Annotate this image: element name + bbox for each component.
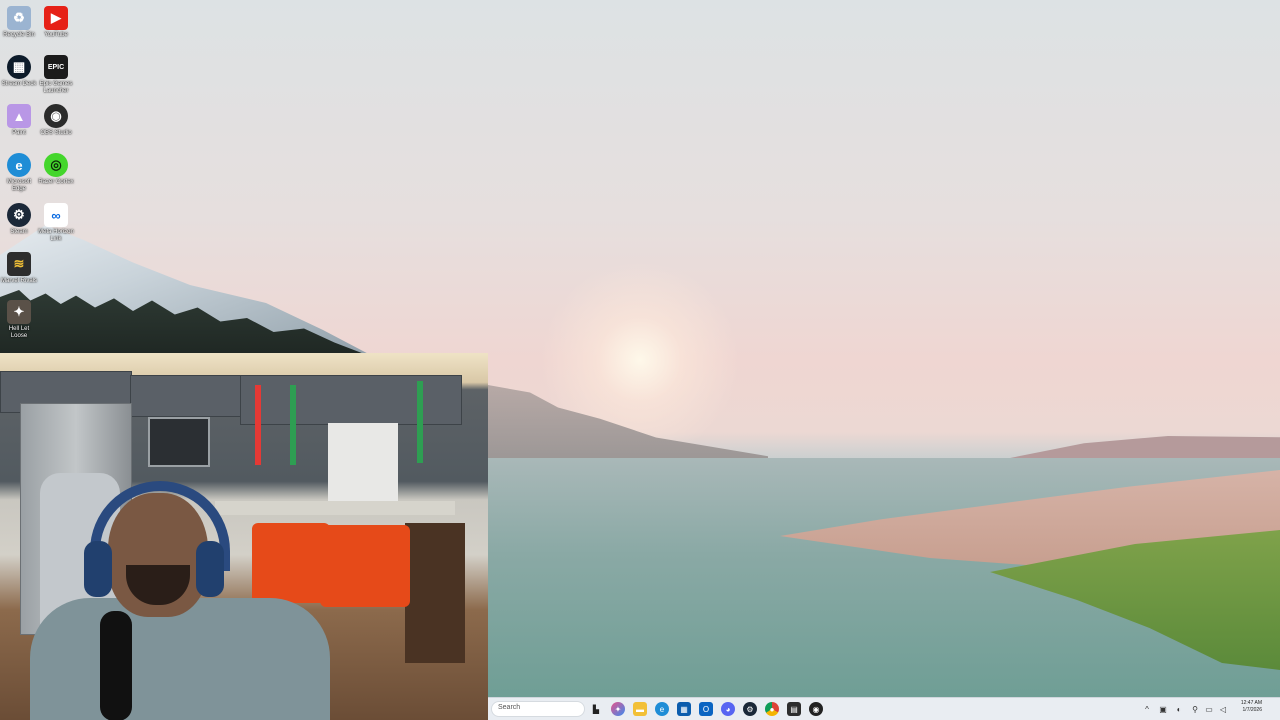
hell-let-loose-icon: ✦ <box>7 300 31 324</box>
desktop-icon-epic-games[interactable]: EPIC Epic Games Launcher <box>37 55 75 95</box>
taskbar-clock[interactable]: 12:47 AM 1/7/2026 <box>1232 700 1262 714</box>
microwave <box>148 417 210 467</box>
desktop-icon-recycle-bin[interactable]: ♻ Recycle Bin <box>0 6 38 39</box>
edge-icon[interactable]: e <box>655 702 669 716</box>
steam-icon[interactable]: ⚙ <box>743 702 757 716</box>
network-icon[interactable]: ▭ <box>1204 703 1214 715</box>
desktop-icon-label: Meta Horizon Link <box>38 229 74 242</box>
desktop-icon-label: YouTube <box>44 32 68 38</box>
kitchen-table <box>405 523 465 663</box>
chrome-icon[interactable]: ● <box>765 702 779 716</box>
desktop-icon-label: Epic Games Launcher <box>39 81 73 94</box>
desktop-icon-hell-let-loose[interactable]: ✦ Hell Let Loose <box>0 300 38 340</box>
kitchen-upper-cabinets <box>130 375 242 417</box>
microphone <box>100 611 132 720</box>
desktop-icon-razer-cortex[interactable]: ◎ Razer Cortex <box>37 153 75 186</box>
clock-date: 1/7/2026 <box>1242 707 1262 713</box>
edge-icon: e <box>7 153 31 177</box>
obs-icon: ◉ <box>44 104 68 128</box>
backsplash <box>328 423 398 501</box>
headset-earcup <box>196 541 224 597</box>
copilot-icon[interactable]: ✦ <box>611 702 625 716</box>
search-placeholder: Search <box>498 704 521 711</box>
youtube-icon: ▶ <box>44 6 68 30</box>
show-hidden-icons-chevron-up-icon[interactable]: ^ <box>1142 703 1152 715</box>
paint-icon: ▲ <box>7 104 31 128</box>
kitchen-counter <box>215 501 455 515</box>
notepad-icon[interactable]: ▤ <box>787 702 801 716</box>
marvel-rivals-icon: ≋ <box>7 252 31 276</box>
tray-app-icon[interactable]: ▣ <box>1158 703 1168 715</box>
chair-cover <box>320 525 410 607</box>
tray-app-icon[interactable]: ◐ <box>1174 703 1184 715</box>
desktop-icon-meta-horizon-link[interactable]: ∞ Meta Horizon Link <box>37 203 75 243</box>
discord-icon[interactable]: ◕ <box>721 702 735 716</box>
tray-app-icon[interactable]: ⚲ <box>1190 703 1200 715</box>
desktop-icon-label: Razer Cortex <box>38 179 74 185</box>
epic-games-icon: EPIC <box>44 55 68 79</box>
steam-icon: ⚙ <box>7 203 31 227</box>
desktop-icon-label: Marvel Rivals <box>0 278 37 284</box>
taskbar: Search ▙ ✦ ▬ e ▦ O ◕ ⚙ ● ▤ ◉ ^ ▣ ◐ ⚲ ▭ ◁… <box>488 697 1280 720</box>
desktop-icon-obs-studio[interactable]: ◉ OBS Studio <box>37 104 75 137</box>
desktop-icon-stream-deck[interactable]: ▦ Stream Deck <box>0 55 38 88</box>
clock-time: 12:47 AM <box>1240 700 1262 706</box>
desktop-icon-marvel-rivals[interactable]: ≋ Marvel Rivals <box>0 252 38 285</box>
headset-earcup <box>84 541 112 597</box>
ribbon-decoration <box>417 381 423 463</box>
desktop-icon-label: Paint <box>12 130 26 136</box>
desktop-icon-label: Recycle Bin <box>3 32 35 38</box>
meta-icon: ∞ <box>44 203 68 227</box>
chair-cover <box>252 523 330 603</box>
desktop-icon-steam[interactable]: ⚙ Steam <box>0 203 38 236</box>
desktop-icon-youtube[interactable]: ▶ YouTube <box>37 6 75 39</box>
folder-icon[interactable]: ▬ <box>633 702 647 716</box>
obs-recording-icon[interactable]: ◉ <box>809 702 823 716</box>
volume-icon[interactable]: ◁ <box>1218 703 1228 715</box>
desktop-icon-label: Microsoft Edge <box>6 179 32 192</box>
stream-deck-icon: ▦ <box>7 55 31 79</box>
desktop-icon-label: Steam <box>10 229 28 235</box>
recycle-bin-icon: ♻ <box>7 6 31 30</box>
ribbon-decoration <box>290 385 296 465</box>
ribbon-decoration <box>255 385 261 465</box>
razer-icon: ◎ <box>44 153 68 177</box>
calculator-icon[interactable]: ▦ <box>677 702 691 716</box>
desktop-icon-label: OBS Studio <box>40 130 72 136</box>
file-explorer-icon[interactable]: ▙ <box>589 702 603 716</box>
kitchen-upper-cabinets <box>240 375 462 425</box>
desktop-icon-paint[interactable]: ▲ Paint <box>0 104 38 137</box>
wallpaper-far-hill <box>1000 436 1280 460</box>
desktop-icon-edge[interactable]: e Microsoft Edge <box>0 153 38 193</box>
webcam-overlay <box>0 353 488 720</box>
desktop-icon-label: Hell Let Loose <box>8 326 30 339</box>
desktop-icon-label: Stream Deck <box>1 81 37 87</box>
streamer-hoodie <box>30 598 330 720</box>
outlook-icon[interactable]: O <box>699 702 713 716</box>
taskbar-search-box[interactable]: Search <box>491 701 585 717</box>
